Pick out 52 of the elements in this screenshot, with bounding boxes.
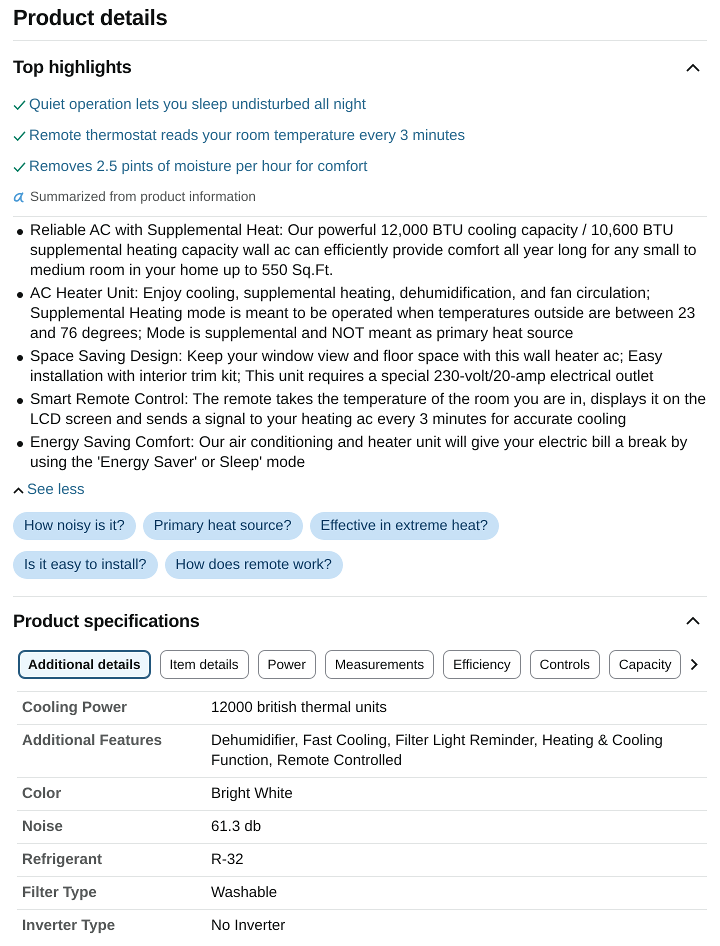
question-chip[interactable]: Effective in extreme heat? [310, 512, 499, 540]
spec-tab[interactable]: Item details [160, 650, 249, 678]
chevron-up-icon[interactable] [686, 62, 700, 72]
spec-label: Color [22, 784, 62, 804]
check-icon [13, 162, 26, 172]
spec-tab[interactable]: Power [258, 650, 316, 678]
bullet-text: Smart Remote Control: The remote takes the temperature of the room you are in, displays it on the LCD screen and sends a signal to your heating ac every 3 minutes for accurate cooling [30, 390, 707, 430]
spec-label: Inverter Type [22, 916, 116, 936]
question-chip[interactable]: Primary heat source? [142, 512, 303, 540]
spec-value: Bright White [211, 784, 294, 804]
spec-tab[interactable]: Efficiency [443, 650, 521, 678]
bullet-text: Energy Saving Comfort: Our air conditioning and heater unit will give your electric bill a break by using the 'Energy Saver' or Sleep' mode [30, 433, 688, 473]
question-chip[interactable]: How noisy is it? [13, 512, 136, 540]
bullet-icon [17, 441, 23, 447]
spec-value: Dehumidifier, Fast Cooling, Filter Light Reminder, Heating & Cooling Function, Remote Controlled [211, 730, 664, 770]
highlight-text: Quiet operation lets you sleep undisturbed all night [29, 95, 366, 115]
spec-value: 12000 british thermal units [211, 698, 388, 718]
spec-value: Washable [211, 882, 278, 902]
bullet-text: AC Heater Unit: Enjoy cooling, supplemental heating, dehumidification, and fan circulation; Supplemental Heating mode is meant to be operated when temperatures outside are between 23 and 76 degrees; Mode is supplemental and NOT meant as primary heat source [30, 284, 696, 344]
bullet-icon [17, 355, 23, 361]
spec-tab[interactable]: Measurements [324, 650, 434, 678]
spec-label: Filter Type [22, 882, 98, 902]
spec-label: Cooling Power [22, 698, 128, 718]
highlight-text: Removes 2.5 pints of moisture per hour for comfort [29, 157, 368, 177]
spec-value: R-32 [211, 850, 245, 870]
spec-label: Refrigerant [22, 850, 104, 870]
spec-tab[interactable]: Capacity [608, 650, 682, 678]
spec-label: Additional Features [22, 730, 164, 750]
loop-icon [13, 192, 24, 202]
section-title: Product specifications [13, 610, 200, 632]
chevron-up-icon[interactable] [686, 616, 700, 625]
spec-value: No Inverter [211, 916, 286, 936]
question-chip[interactable]: How does remote work? [164, 550, 343, 578]
check-icon [13, 100, 26, 110]
page-title: Product details [13, 4, 168, 32]
chevron-right-icon[interactable] [690, 658, 698, 670]
bullet-icon [17, 229, 23, 235]
check-icon [13, 131, 26, 141]
spec-label: Noise [22, 816, 64, 836]
chevron-up-icon [13, 486, 24, 494]
section-title: Top highlights [13, 56, 132, 79]
spec-tab[interactable]: Additional details [18, 650, 151, 678]
bullet-icon [17, 398, 23, 404]
summary-note: Summarized from product information [30, 188, 256, 206]
bullet-icon [17, 292, 23, 298]
see-less-link[interactable]: See less [13, 480, 85, 500]
spec-tab[interactable]: Controls [530, 650, 600, 678]
bullet-text: Reliable AC with Supplemental Heat: Our powerful 12,000 BTU cooling capacity / 10,600 BTU supplemental heating capacity wall ac can efficiently provide comfort all year long for any small to medium room in your home up to 550 Sq.Ft. [30, 221, 698, 281]
spec-value: 61.3 db [211, 816, 262, 836]
highlight-text: Remote thermostat reads your room temperature every 3 minutes [29, 126, 466, 146]
bullet-text: Space Saving Design: Keep your window view and floor space with this wall heater ac; Easy installation with interior trim kit; This unit requires a special 230-volt/20-amp electrical outlet [30, 347, 664, 387]
question-chip[interactable]: Is it easy to install? [13, 550, 158, 578]
